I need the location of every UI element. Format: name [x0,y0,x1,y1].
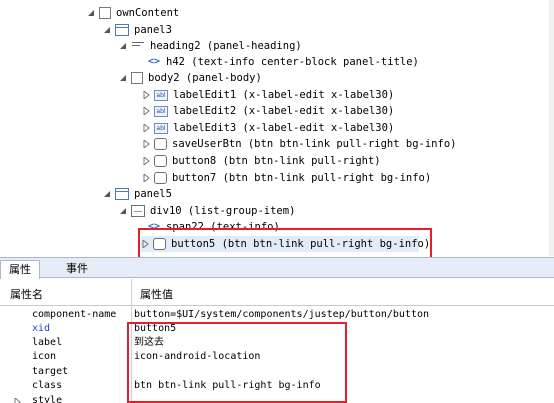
tree-node-label: panel3 [134,24,172,36]
tab-events[interactable]: 事件 [58,260,96,278]
property-value[interactable]: btn btn-link pull-right bg-info [134,379,321,393]
tree-node-label: div10 (list-group-item) [150,205,296,217]
tree-node-saveuserbtn[interactable]: saveUserBtn (btn btn-link pull-right bg-… [141,136,456,152]
label-edit-icon: abl [154,89,168,101]
property-name: xid [32,323,51,334]
tree-node-owncontent[interactable]: ownContent [86,5,179,21]
panel-icon [115,24,129,36]
tree-node-label: labelEdit3 (x-label-edit x-label30) [173,122,395,134]
tree-node-span22[interactable]: <> span22 (text-info) [147,219,280,235]
collapsed-triangle-icon[interactable] [141,91,150,100]
expanded-triangle-icon[interactable] [86,9,95,18]
property-row[interactable]: component-name button=$UI/system/compone… [0,308,554,322]
property-value[interactable]: button=$UI/system/components/justep/butt… [134,308,429,322]
collapsed-triangle-icon[interactable] [141,157,150,166]
tree-node-label: h42 (text-info center-block panel-title) [166,56,419,68]
expand-property-icon[interactable] [12,397,21,403]
label-edit-icon: abl [154,122,168,134]
tree-node-labeledit2[interactable]: abl labelEdit2 (x-label-edit x-label30) [141,103,394,119]
expanded-triangle-icon[interactable] [102,26,111,35]
div-icon [131,205,145,217]
tree-node-label: button8 (btn btn-link pull-right) [172,155,381,167]
property-name: style [32,395,63,403]
panel-tab-bar: 属性 事件 [0,257,554,279]
tree-node-label: ownContent [116,7,180,19]
property-name: label [32,337,63,348]
tree-node-button5[interactable]: button5 (btn btn-link pull-right bg-info… [141,236,430,252]
tree-node-div10[interactable]: div10 (list-group-item) [118,203,295,219]
tree-node-panel5[interactable]: panel5 [102,186,172,202]
tree-node-labeledit1[interactable]: abl labelEdit1 (x-label-edit x-label30) [141,87,394,103]
button-icon [154,172,167,184]
column-header-name[interactable]: 属性名 [10,286,43,302]
tree-node-labeledit3[interactable]: abl labelEdit3 (x-label-edit x-label30) [141,120,394,136]
collapsed-triangle-icon[interactable] [141,140,150,149]
property-value[interactable]: icon-android-location [134,350,260,364]
property-row[interactable]: icon icon-android-location [0,350,554,364]
property-name: target [32,366,69,377]
property-row[interactable]: class btn btn-link pull-right bg-info [0,379,554,393]
property-value[interactable]: button5 [134,322,176,336]
property-name: class [32,380,63,391]
code-icon: <> [147,56,161,67]
tree-node-label: button5 (btn btn-link pull-right bg-info… [171,238,431,250]
property-table-header: 属性名 属性值 [0,279,554,306]
expanded-triangle-icon[interactable] [118,74,127,83]
property-table: 属性名 属性值 component-name button=$UI/system… [0,279,554,403]
collapsed-triangle-icon[interactable] [141,124,150,133]
property-row[interactable]: target [0,365,554,379]
expanded-triangle-icon[interactable] [118,42,127,51]
tree-node-heading2[interactable]: heading2 (panel-heading) [118,38,302,54]
tree-node-label: heading2 (panel-heading) [150,40,302,52]
property-row[interactable]: style [0,394,554,403]
column-header-value[interactable]: 属性值 [140,286,173,302]
expanded-triangle-icon[interactable] [118,207,127,216]
tree-node-label: button7 (btn btn-link pull-right bg-info… [172,172,432,184]
tab-properties[interactable]: 属性 [0,260,40,279]
property-value[interactable]: 到这去 [134,336,164,350]
panel-icon [115,188,129,200]
button-icon [154,138,167,150]
tree-node-label: span22 (text-info) [166,221,280,233]
property-row[interactable]: xid button5 [0,322,554,336]
expanded-triangle-icon[interactable] [102,190,111,199]
tree-node-button7[interactable]: button7 (btn btn-link pull-right bg-info… [141,170,431,186]
property-name: component-name [32,309,117,320]
tree-node-label: labelEdit2 (x-label-edit x-label30) [173,105,395,117]
tree-node-h42[interactable]: <> h42 (text-info center-block panel-tit… [147,54,419,70]
tree-node-panel3[interactable]: panel3 [102,22,172,38]
property-name: icon [32,351,57,362]
collapsed-triangle-icon[interactable] [141,240,149,249]
checkbox-icon [131,72,143,84]
checkbox-icon [99,7,111,19]
button-icon [154,155,167,167]
tree-node-label: body2 (panel-body) [148,72,262,84]
heading-icon [131,40,145,52]
button-icon [153,238,166,250]
tree-scrollbar[interactable] [549,0,554,256]
property-row[interactable]: label 到这去 [0,336,554,350]
label-edit-icon: abl [154,105,168,117]
component-tree: ownContent panel3 heading2 (panel-headin… [0,0,554,256]
collapsed-triangle-icon[interactable] [141,107,150,116]
code-icon: <> [147,221,161,232]
collapsed-triangle-icon[interactable] [141,174,150,183]
tree-node-label: panel5 [134,188,172,200]
tree-node-label: saveUserBtn (btn btn-link pull-right bg-… [172,138,457,150]
tree-node-body2[interactable]: body2 (panel-body) [118,70,262,86]
column-divider[interactable] [131,279,132,403]
tree-node-button8[interactable]: button8 (btn btn-link pull-right) [141,153,381,169]
tree-node-label: labelEdit1 (x-label-edit x-label30) [173,89,395,101]
